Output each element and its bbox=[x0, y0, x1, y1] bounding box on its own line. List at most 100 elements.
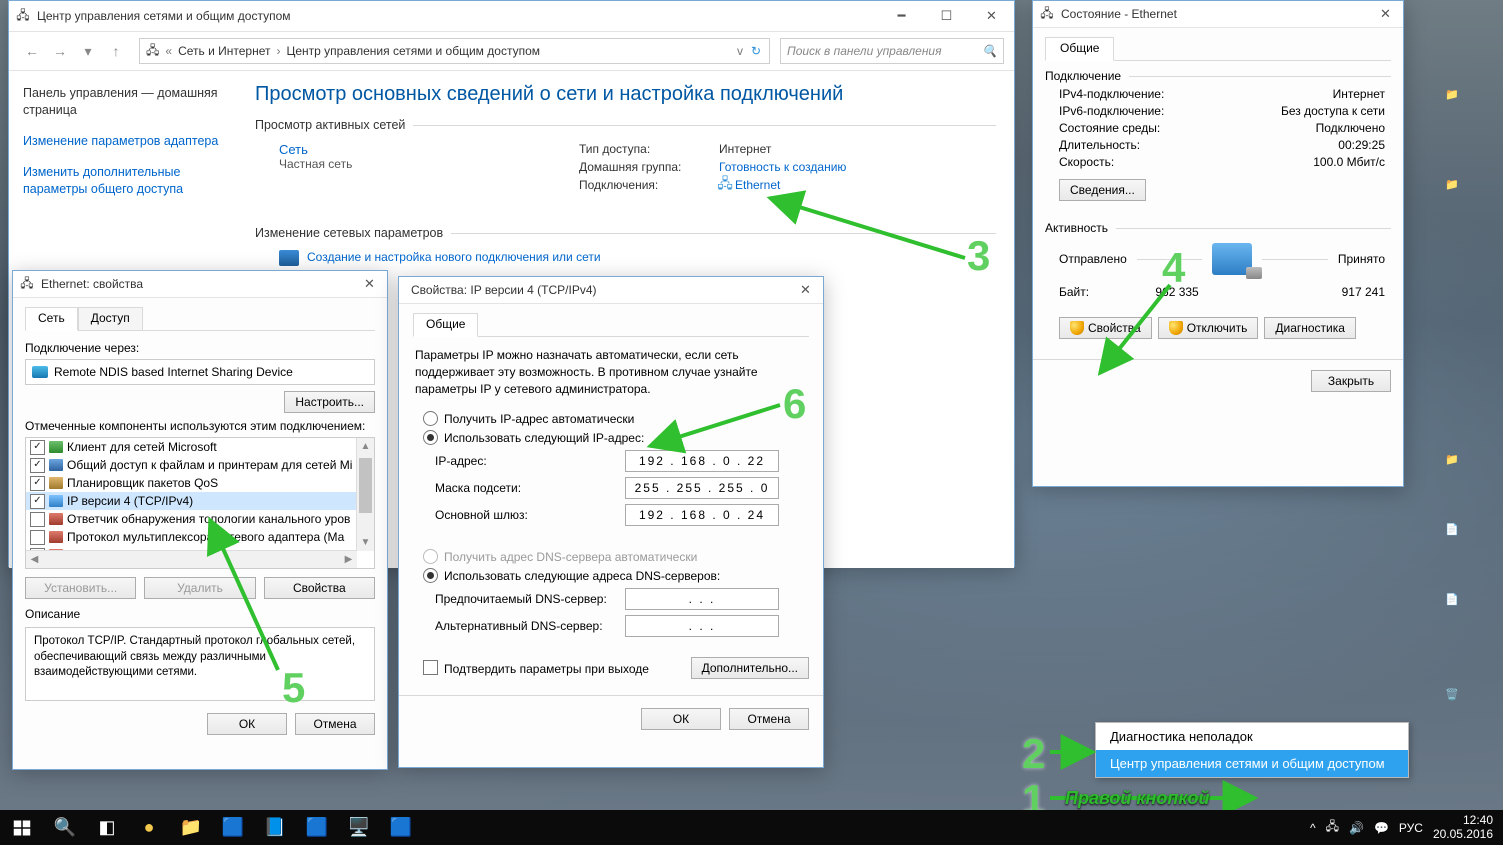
component-row[interactable]: Протокол мультиплексора сетевого адаптер… bbox=[26, 528, 374, 546]
desktop-icon[interactable]: 📁 bbox=[1426, 435, 1478, 485]
nav-history-button[interactable]: ▾ bbox=[75, 38, 101, 64]
tab-general[interactable]: Общие bbox=[413, 313, 478, 337]
access-type-value: Интернет bbox=[719, 142, 771, 156]
taskbar-app-explorer[interactable]: 📁 bbox=[170, 810, 212, 845]
component-row[interactable]: Клиент для сетей Microsoft bbox=[26, 438, 374, 456]
dns1-input[interactable]: . . . bbox=[625, 588, 779, 610]
desktop-icon[interactable]: 📁 bbox=[1426, 70, 1478, 120]
taskbar-search-icon[interactable]: 🔍 bbox=[44, 810, 86, 845]
advanced-button[interactable]: Дополнительно... bbox=[691, 657, 809, 679]
component-properties-button[interactable]: Свойства bbox=[264, 577, 375, 599]
nav-forward-button[interactable]: → bbox=[47, 38, 73, 64]
speed-value: 100.0 Мбит/с bbox=[1313, 155, 1385, 169]
ctx-diagnose-item[interactable]: Диагностика неполадок bbox=[1096, 723, 1408, 750]
description-box: Протокол TCP/IP. Стандартный протокол гл… bbox=[25, 627, 375, 701]
recycle-bin-icon[interactable]: 🗑️ bbox=[1426, 670, 1478, 720]
component-row[interactable]: Планировщик пакетов QoS bbox=[26, 474, 374, 492]
tray-network-icon[interactable]: 🖧 bbox=[1326, 817, 1339, 838]
desktop-icon[interactable]: 📄 bbox=[1426, 505, 1478, 555]
cancel-button[interactable]: Отмена bbox=[295, 713, 375, 735]
component-checkbox[interactable] bbox=[30, 530, 45, 545]
radio-manual-ip[interactable]: Использовать следующий IP-адрес: bbox=[423, 430, 809, 445]
address-box[interactable]: 🖧 « Сеть и Интернет › Центр управления с… bbox=[139, 38, 770, 64]
gateway-input[interactable]: 192 . 168 . 0 . 24 bbox=[625, 504, 779, 526]
component-checkbox[interactable] bbox=[30, 440, 45, 455]
close-button[interactable]: ✕ bbox=[352, 271, 387, 297]
components-list[interactable]: Клиент для сетей Microsoft Общий доступ к… bbox=[25, 437, 375, 569]
install-button[interactable]: Установить... bbox=[25, 577, 136, 599]
component-label: Общий доступ к файлам и принтерам для се… bbox=[67, 458, 352, 472]
nav-up-button[interactable]: ↑ bbox=[103, 38, 129, 64]
taskbar-app[interactable]: 🟦 bbox=[296, 810, 338, 845]
component-checkbox[interactable] bbox=[30, 494, 45, 509]
taskbar-taskview-icon[interactable]: ◧ bbox=[86, 810, 128, 845]
start-button[interactable] bbox=[0, 810, 44, 845]
search-input[interactable]: Поиск в панели управления 🔍 bbox=[780, 38, 1004, 64]
component-checkbox[interactable] bbox=[30, 512, 45, 527]
titlebar[interactable]: 🖧 Состояние - Ethernet ✕ bbox=[1033, 1, 1403, 28]
component-checkbox[interactable] bbox=[30, 476, 45, 491]
subnet-mask-input[interactable]: 255 . 255 . 255 . 0 bbox=[625, 477, 779, 499]
ok-button[interactable]: ОК bbox=[641, 708, 721, 730]
disable-button[interactable]: Отключить bbox=[1158, 317, 1259, 339]
breadcrumb-part[interactable]: Центр управления сетями и общим доступом bbox=[285, 44, 543, 58]
change-settings-label: Изменение сетевых параметров bbox=[255, 226, 443, 240]
taskbar-app[interactable]: 🖥️ bbox=[338, 810, 380, 845]
titlebar[interactable]: 🖧 Ethernet: свойства ✕ bbox=[13, 271, 387, 298]
component-row[interactable]: IP версии 4 (TCP/IPv4) bbox=[26, 492, 374, 510]
new-connection-wizard-link[interactable]: Создание и настройка нового подключения … bbox=[279, 250, 996, 264]
validate-checkbox[interactable]: Подтвердить параметры при выходе bbox=[423, 660, 649, 676]
nav-back-button[interactable]: ← bbox=[19, 38, 45, 64]
maximize-button[interactable]: ☐ bbox=[924, 1, 969, 31]
dns2-input[interactable]: . . . bbox=[625, 615, 779, 637]
tab-network[interactable]: Сеть bbox=[25, 307, 78, 331]
close-button[interactable]: ✕ bbox=[1368, 1, 1403, 27]
component-row[interactable]: Ответчик обнаружения топологии канальног… bbox=[26, 510, 374, 528]
ip-address-input[interactable]: 192 . 168 . 0 . 22 bbox=[625, 450, 779, 472]
annotation-hint: Правой кнопкой bbox=[1065, 788, 1209, 809]
radio-manual-dns[interactable]: Использовать следующие адреса DNS-сервер… bbox=[423, 568, 809, 583]
minimize-button[interactable]: ━ bbox=[879, 1, 924, 31]
properties-button[interactable]: Свойства bbox=[1059, 317, 1152, 339]
breadcrumb-part[interactable]: Сеть и Интернет bbox=[176, 44, 272, 58]
sidebar-sharing-link[interactable]: Изменить дополнительные параметры общего… bbox=[23, 164, 223, 198]
diagnose-button[interactable]: Диагностика bbox=[1264, 317, 1356, 339]
component-row[interactable]: Общий доступ к файлам и принтерам для се… bbox=[26, 456, 374, 474]
tab-general[interactable]: Общие bbox=[1045, 37, 1114, 61]
sidebar-home-link[interactable]: Панель управления — домашняя страница bbox=[23, 85, 223, 119]
close-button-bottom[interactable]: Закрыть bbox=[1311, 370, 1391, 392]
tray-notifications-icon[interactable]: 💬 bbox=[1374, 821, 1389, 835]
horizontal-scrollbar[interactable]: ◀▶ bbox=[26, 550, 357, 568]
desktop-icon[interactable]: 📁 bbox=[1426, 160, 1478, 210]
titlebar[interactable]: Свойства: IP версии 4 (TCP/IPv4) ✕ bbox=[399, 277, 823, 304]
ok-button[interactable]: ОК bbox=[207, 713, 287, 735]
configure-button[interactable]: Настроить... bbox=[284, 391, 375, 413]
close-button[interactable]: ✕ bbox=[788, 277, 823, 303]
component-checkbox[interactable] bbox=[30, 458, 45, 473]
connection-ethernet-link[interactable]: 🖧 Ethernet bbox=[719, 178, 780, 192]
tray-chevron-icon[interactable]: ^ bbox=[1310, 821, 1316, 835]
homegroup-link[interactable]: Готовность к созданию bbox=[719, 160, 846, 174]
close-button[interactable]: ✕ bbox=[969, 1, 1014, 31]
cancel-button[interactable]: Отмена bbox=[729, 708, 809, 730]
ctx-network-center-item[interactable]: Центр управления сетями и общим доступом bbox=[1096, 750, 1408, 777]
taskbar-app[interactable]: 🟦 bbox=[212, 810, 254, 845]
tray-language[interactable]: РУС bbox=[1399, 821, 1423, 835]
radio-auto-ip[interactable]: Получить IP-адрес автоматически bbox=[423, 411, 809, 426]
taskbar-app[interactable]: 📘 bbox=[254, 810, 296, 845]
address-dropdown[interactable]: v bbox=[733, 44, 747, 58]
titlebar[interactable]: 🖧 Центр управления сетями и общим доступ… bbox=[9, 1, 1014, 32]
taskbar-app-chrome[interactable]: ● bbox=[128, 810, 170, 845]
details-button[interactable]: Сведения... bbox=[1059, 179, 1146, 201]
taskbar-app[interactable]: 🟦 bbox=[380, 810, 422, 845]
tray-volume-icon[interactable]: 🔊 bbox=[1349, 821, 1364, 835]
adapter-name-box[interactable]: Remote NDIS based Internet Sharing Devic… bbox=[25, 359, 375, 385]
tray-clock[interactable]: 12:40 20.05.2016 bbox=[1433, 814, 1493, 842]
refresh-button[interactable]: ↻ bbox=[747, 44, 765, 58]
remove-button[interactable]: Удалить bbox=[144, 577, 255, 599]
tab-access[interactable]: Доступ bbox=[78, 307, 143, 331]
sidebar-adapter-link[interactable]: Изменение параметров адаптера bbox=[23, 133, 223, 150]
network-name-link[interactable]: Сеть bbox=[279, 142, 579, 157]
desktop-icon[interactable]: 📄 bbox=[1426, 575, 1478, 625]
vertical-scrollbar[interactable]: ▲▼ bbox=[356, 438, 374, 551]
